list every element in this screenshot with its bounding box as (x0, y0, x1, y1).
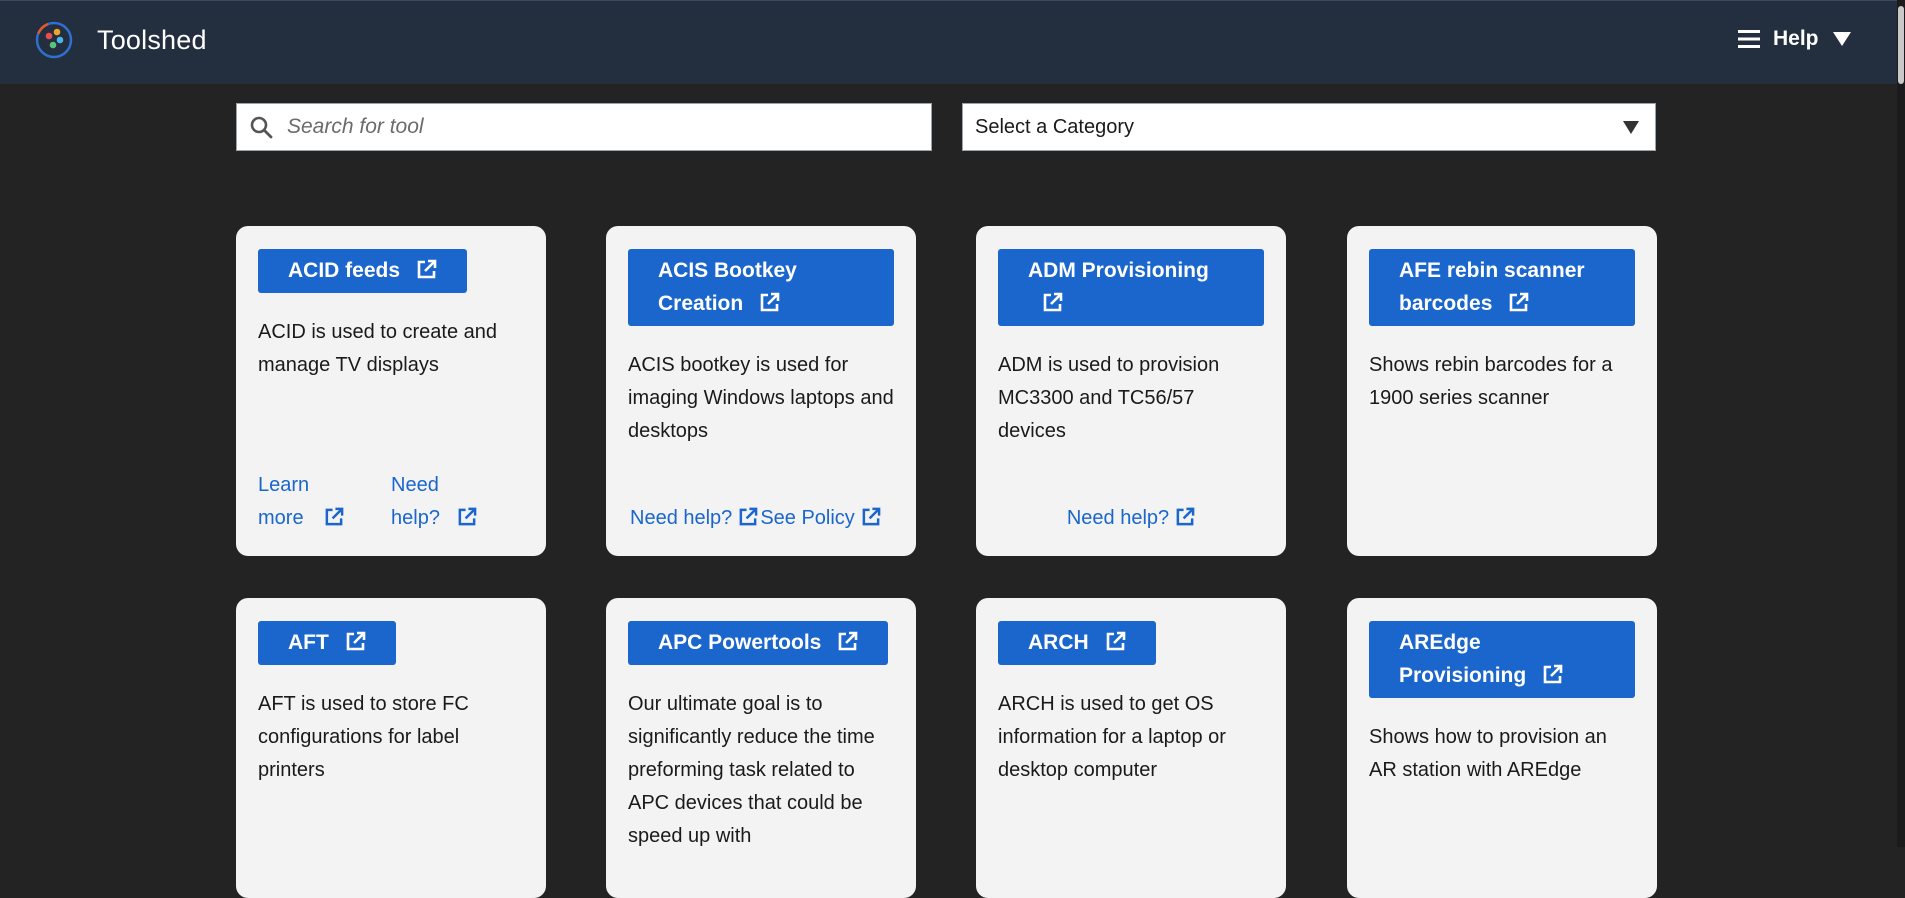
tool-title-button[interactable]: ACID feeds (258, 249, 467, 293)
external-link-icon (458, 507, 477, 526)
tool-links: Need help? See Policy (630, 502, 894, 535)
tool-card: AFT AFT is used to store FC configuratio… (236, 598, 546, 898)
see-policy-link[interactable]: See Policy (760, 502, 881, 535)
page-scrollbar[interactable] (1897, 0, 1905, 847)
search-box[interactable] (236, 103, 932, 151)
external-link-icon (838, 631, 858, 651)
external-link-icon (760, 292, 780, 312)
tool-links: Need help? (998, 502, 1264, 535)
tool-card: AREdge Provisioning Shows how to provisi… (1347, 598, 1657, 898)
tool-card: APC Powertools Our ultimate goal is to s… (606, 598, 916, 898)
menu-icon (1738, 30, 1760, 48)
tool-title: ADM Provisioning (1028, 259, 1209, 282)
tool-title-button[interactable]: AFE rebin scanner barcodes (1369, 249, 1635, 326)
app-title[interactable]: Toolshed (97, 25, 207, 56)
tool-title: ACID feeds (288, 259, 401, 282)
caret-down-icon (1623, 121, 1639, 134)
external-link-icon (1106, 631, 1125, 651)
link-label: See Policy (760, 507, 855, 529)
help-label: Help (1773, 27, 1819, 50)
tool-card: ACIS Bootkey Creation ACIS bootkey is us… (606, 226, 916, 556)
tool-description: Shows how to provision an AR station wit… (1369, 726, 1607, 781)
learn-more-link[interactable]: Learn more (258, 469, 391, 535)
tool-description: Shows rebin barcodes for a 1900 series s… (1369, 354, 1613, 409)
tool-description: ARCH is used to get OS information for a… (998, 693, 1226, 781)
toolshed-logo-icon[interactable] (33, 19, 75, 61)
external-link-icon (1176, 507, 1195, 526)
search-icon (250, 116, 273, 139)
external-link-icon (1543, 664, 1563, 684)
need-help-link[interactable]: Need help? (391, 469, 477, 535)
need-help-link[interactable]: Need help? (630, 502, 758, 535)
tool-title-button[interactable]: ADM Provisioning (998, 249, 1264, 326)
tool-title-button[interactable]: ARCH (998, 621, 1156, 665)
external-link-icon (417, 259, 437, 279)
category-select-value: Select a Category (975, 115, 1134, 138)
need-help-link[interactable]: Need help? (1067, 502, 1195, 535)
tool-title: AREdge Provisioning (1399, 631, 1527, 687)
tool-description: ADM is used to provision MC3300 and TC56… (998, 354, 1220, 442)
link-label: Need help? (630, 507, 733, 529)
tool-card: ARCH ARCH is used to get OS information … (976, 598, 1286, 898)
external-link-icon (739, 507, 758, 526)
external-link-icon (1043, 292, 1063, 312)
scrollbar-thumb[interactable] (1898, 6, 1904, 84)
tool-title-button[interactable]: AFT (258, 621, 396, 665)
tool-card: AFE rebin scanner barcodes Shows rebin b… (1347, 226, 1657, 556)
external-link-icon (1509, 292, 1529, 312)
tool-links: Learn more Need help? (258, 469, 524, 535)
tool-title: AFT (288, 631, 329, 654)
tool-title: APC Powertools (658, 631, 822, 654)
tool-title: AFE rebin scanner barcodes (1399, 259, 1585, 315)
tool-title-button[interactable]: APC Powertools (628, 621, 889, 665)
link-label: Learn more (258, 474, 310, 529)
tool-title: ARCH (1028, 631, 1089, 654)
external-link-icon (325, 507, 344, 526)
tool-card: ACID feeds ACID is used to create and ma… (236, 226, 546, 556)
tool-description: ACID is used to create and manage TV dis… (258, 321, 498, 376)
search-input[interactable] (285, 114, 905, 140)
tool-title-button[interactable]: AREdge Provisioning (1369, 621, 1635, 698)
help-menu-button[interactable]: Help (1738, 27, 1851, 51)
tool-description: Our ultimate goal is to significantly re… (628, 693, 875, 847)
link-label: Need help? (391, 474, 440, 529)
top-navigation-bar: Toolshed Help (0, 0, 1905, 84)
tool-title-button[interactable]: ACIS Bootkey Creation (628, 249, 894, 326)
tool-description: ACIS bootkey is used for imaging Windows… (628, 354, 894, 442)
caret-down-icon (1832, 32, 1851, 46)
tool-card: ADM Provisioning ADM is used to provisio… (976, 226, 1286, 556)
link-label: Need help? (1066, 507, 1170, 529)
external-link-icon (346, 631, 365, 651)
tool-description: AFT is used to store FC configurations f… (258, 693, 469, 781)
external-link-icon (862, 507, 881, 526)
category-select[interactable]: Select a Category (962, 103, 1656, 151)
